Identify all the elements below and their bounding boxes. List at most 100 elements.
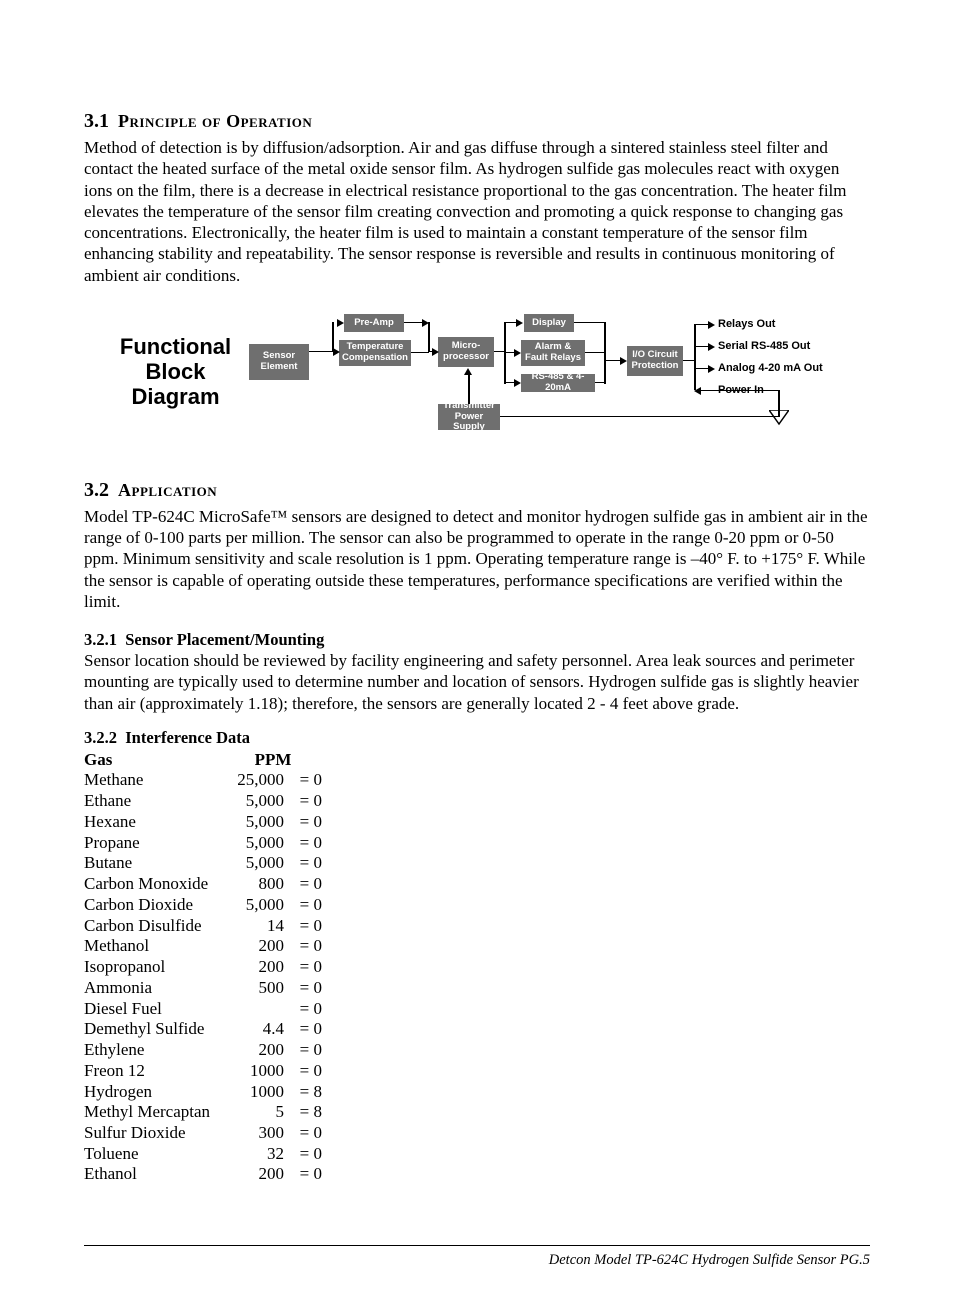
cell-eq: = 0 xyxy=(284,791,322,812)
cell-eq: = 0 xyxy=(284,853,322,874)
cell-ppm: 1000 xyxy=(224,1082,284,1103)
heading-num-32: 3.2 xyxy=(84,479,109,501)
footer-text: Detcon Model TP-624C Hydrogen Sulfide Se… xyxy=(549,1252,870,1268)
wire xyxy=(500,416,780,418)
cell-eq: = 0 xyxy=(284,1061,322,1082)
cell-gas: Sulfur Dioxide xyxy=(84,1123,224,1144)
heading-3-2: 3.2 Application xyxy=(84,479,870,502)
arrow-right-icon xyxy=(337,319,344,327)
cell-gas: Demethyl Sulfide xyxy=(84,1019,224,1040)
cell-eq: = 0 xyxy=(284,1123,322,1144)
cell-gas: Methyl Mercaptan xyxy=(84,1102,224,1123)
cell-eq: = 0 xyxy=(284,999,322,1020)
cell-ppm: 14 xyxy=(224,916,284,937)
table-row: Propane5,000= 0 xyxy=(84,833,870,854)
table-row: Carbon Dioxide5,000= 0 xyxy=(84,895,870,916)
node-micro-l2: processor xyxy=(443,352,489,362)
cell-gas: Ethane xyxy=(84,791,224,812)
table-row: Butane5,000= 0 xyxy=(84,853,870,874)
arrow-right-icon xyxy=(516,319,523,327)
node-io-protection: I/O Circuit Protection xyxy=(627,346,683,376)
cell-gas: Ethanol xyxy=(84,1164,224,1185)
cell-ppm: 1000 xyxy=(224,1061,284,1082)
subnum-321: 3.2.1 xyxy=(84,630,117,649)
cell-ppm xyxy=(224,999,284,1020)
subnum-322: 3.2.2 xyxy=(84,728,117,747)
arrow-right-icon xyxy=(333,348,340,356)
table-row: Toluene32= 0 xyxy=(84,1144,870,1165)
body-3-1: Method of detection is by diffusion/adso… xyxy=(84,137,870,286)
wire xyxy=(494,351,504,353)
wire xyxy=(309,351,333,353)
table-row: Methanol200= 0 xyxy=(84,936,870,957)
cell-gas: Carbon Disulfide xyxy=(84,916,224,937)
node-temp-comp: Temperature Compensation xyxy=(339,340,411,366)
cell-ppm: 5 xyxy=(224,1102,284,1123)
cell-ppm: 32 xyxy=(224,1144,284,1165)
table-body: Methane25,000= 0Ethane5,000= 0Hexane5,00… xyxy=(84,770,870,1185)
cell-gas: Carbon Monoxide xyxy=(84,874,224,895)
col-gas: Gas xyxy=(84,750,224,771)
table-row: Ethane5,000= 0 xyxy=(84,791,870,812)
cell-gas: Diesel Fuel xyxy=(84,999,224,1020)
cell-ppm: 5,000 xyxy=(224,833,284,854)
table-row: Methane25,000= 0 xyxy=(84,770,870,791)
cell-ppm: 4.4 xyxy=(224,1019,284,1040)
wire xyxy=(715,390,779,392)
wire xyxy=(701,390,715,392)
interference-table: Gas PPM Methane25,000= 0Ethane5,000= 0He… xyxy=(84,750,870,1185)
cell-eq: = 0 xyxy=(284,957,322,978)
table-row: Demethyl Sulfide4.4= 0 xyxy=(84,1019,870,1040)
node-alarm-fault-relays: Alarm & Fault Relays xyxy=(521,340,585,366)
cell-gas: Methanol xyxy=(84,936,224,957)
functional-block-diagram: Functional Block Diagram Sensor Element … xyxy=(84,304,870,449)
table-row: Isopropanol200= 0 xyxy=(84,957,870,978)
table-row: Freon 121000= 0 xyxy=(84,1061,870,1082)
node-rs485-420ma: RS-485 & 4-20mA xyxy=(521,374,595,392)
cell-gas: Butane xyxy=(84,853,224,874)
cell-gas: Hydrogen xyxy=(84,1082,224,1103)
table-row: Hydrogen1000= 8 xyxy=(84,1082,870,1103)
table-row: Carbon Disulfide14= 0 xyxy=(84,916,870,937)
cell-gas: Freon 12 xyxy=(84,1061,224,1082)
cell-eq: = 0 xyxy=(284,1019,322,1040)
col-ppm: PPM xyxy=(224,750,322,771)
node-sensor-element: Sensor Element xyxy=(249,344,309,380)
node-tx-power-supply: Transmitter Power Supply xyxy=(438,404,500,430)
table-row: Sulfur Dioxide300= 0 xyxy=(84,1123,870,1144)
node-display: Display xyxy=(524,314,574,332)
cell-eq: = 0 xyxy=(284,978,322,999)
diagram-title-line1: Functional xyxy=(118,334,233,359)
subtitle-322: Interference Data xyxy=(125,728,250,747)
arrow-right-icon xyxy=(514,379,521,387)
cell-ppm: 200 xyxy=(224,957,284,978)
label-serial-out: Serial RS-485 Out xyxy=(718,340,810,352)
wire xyxy=(428,322,430,352)
heading-3-2-1: 3.2.1 Sensor Placement/Mounting xyxy=(84,630,870,650)
wire xyxy=(404,322,424,324)
heading-title-32: Application xyxy=(118,480,217,500)
wire xyxy=(574,322,605,324)
wire xyxy=(411,352,429,354)
arrow-right-icon xyxy=(514,349,521,357)
diagram-title-line3: Diagram xyxy=(118,384,233,409)
wire xyxy=(694,324,696,390)
cell-ppm: 5,000 xyxy=(224,853,284,874)
cell-eq: = 0 xyxy=(284,1144,322,1165)
cell-eq: = 8 xyxy=(284,1102,322,1123)
diagram-title: Functional Block Diagram xyxy=(118,334,233,410)
cell-ppm: 200 xyxy=(224,1164,284,1185)
diagram-title-line2: Block xyxy=(118,359,233,384)
table-row: Methyl Mercaptan5= 8 xyxy=(84,1102,870,1123)
arrow-right-icon xyxy=(708,343,715,351)
cell-ppm: 5,000 xyxy=(224,791,284,812)
cell-ppm: 200 xyxy=(224,1040,284,1061)
heading-3-2-2: 3.2.2 Interference Data xyxy=(84,728,870,748)
subtitle-321: Sensor Placement/Mounting xyxy=(125,630,324,649)
arrow-right-icon xyxy=(708,365,715,373)
label-analog-out: Analog 4-20 mA Out xyxy=(718,362,823,374)
table-header: Gas PPM xyxy=(84,750,870,771)
node-microprocessor: Micro- processor xyxy=(438,337,494,367)
table-row: Ethanol200= 0 xyxy=(84,1164,870,1185)
cell-ppm: 25,000 xyxy=(224,770,284,791)
